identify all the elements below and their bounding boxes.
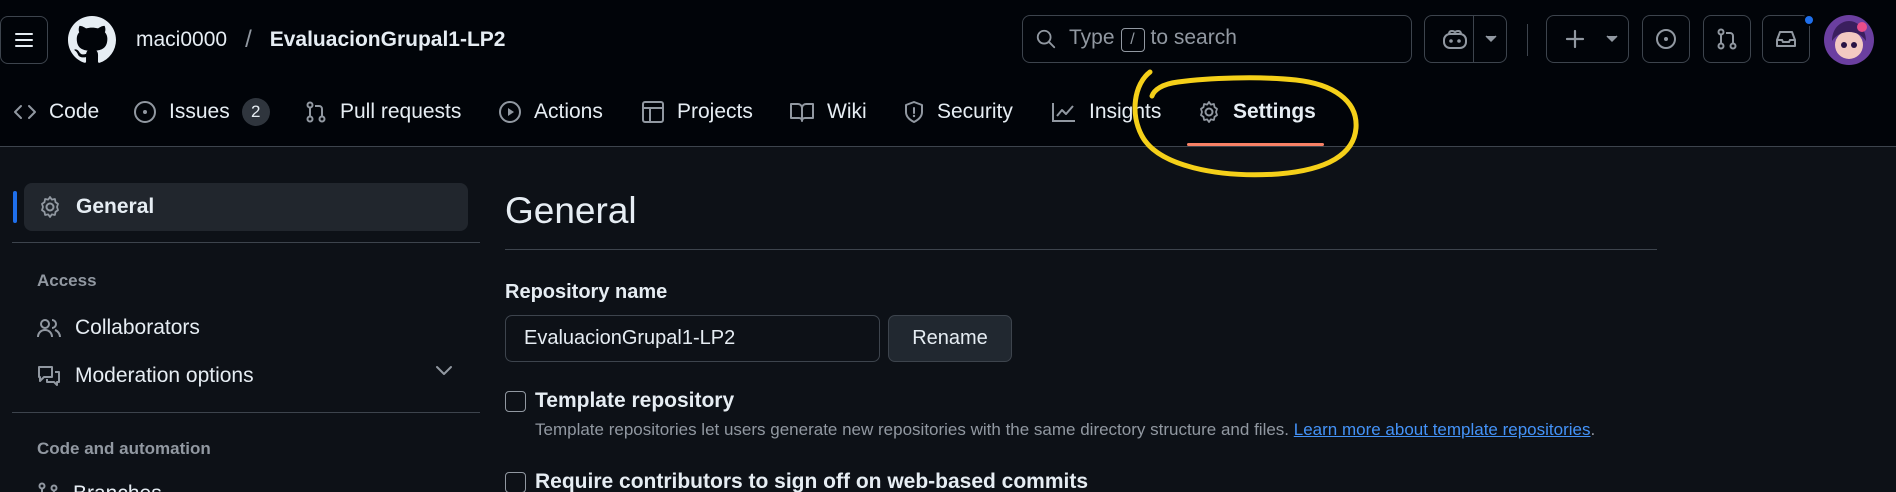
search-icon — [1036, 29, 1056, 49]
tab-label: Issues — [169, 100, 230, 123]
book-icon — [790, 103, 814, 122]
repository-name-input[interactable] — [505, 315, 880, 362]
sidebar-heading-code-and-automation: Code and automation — [37, 439, 211, 458]
breadcrumb-separator: / — [245, 26, 252, 53]
issue-icon — [1656, 29, 1676, 49]
tab-label: Security — [937, 100, 1013, 123]
title-divider — [505, 249, 1657, 250]
chevron-down-icon — [1606, 35, 1618, 43]
breadcrumb: maci0000 / EvaluacionGrupal1-LP2 — [136, 26, 505, 54]
tab-label: Code — [49, 100, 100, 123]
comment-discussion-icon — [38, 366, 60, 386]
tab-code[interactable]: Code — [13, 92, 99, 132]
template-repository-description: Template repositories let users generate… — [535, 420, 1596, 439]
tab-issues[interactable]: Issues 2 — [133, 92, 270, 132]
tab-label: Wiki — [827, 100, 867, 123]
rename-button[interactable]: Rename — [888, 315, 1012, 362]
issues-button[interactable] — [1642, 15, 1690, 63]
avatar[interactable] — [1824, 15, 1874, 65]
people-icon — [37, 319, 61, 338]
issue-icon — [134, 101, 156, 123]
page-title: General — [505, 190, 637, 231]
sidebar-item-label: General — [76, 195, 155, 218]
branch-icon — [38, 482, 58, 492]
repository-name-label: Repository name — [505, 281, 668, 303]
sidebar-item-label: Collaborators — [75, 316, 200, 339]
table-icon — [642, 101, 664, 123]
shield-icon — [905, 101, 923, 123]
pull-requests-button[interactable] — [1703, 15, 1751, 63]
copilot-button[interactable] — [1424, 15, 1507, 63]
gear-icon — [41, 196, 59, 218]
sidebar-heading-access: Access — [37, 271, 97, 290]
template-repository-checkbox[interactable] — [505, 391, 526, 412]
copilot-icon — [1442, 29, 1467, 49]
highlight-annotation — [1132, 69, 1359, 178]
tab-wiki[interactable]: Wiki — [789, 92, 867, 132]
tab-pull-requests[interactable]: Pull requests — [304, 92, 461, 132]
pull-request-icon — [306, 101, 326, 123]
owner-link[interactable]: maci0000 — [136, 28, 227, 52]
template-repository-label[interactable]: Template repository — [535, 389, 734, 413]
repo-link[interactable]: EvaluacionGrupal1-LP2 — [270, 28, 506, 52]
chevron-down-icon — [1485, 35, 1497, 43]
hamburger-icon — [15, 33, 33, 47]
signoff-label[interactable]: Require contributors to sign off on web-… — [535, 470, 1088, 492]
sidebar-item-label: Branches — [73, 482, 162, 492]
active-indicator — [13, 191, 17, 223]
sidebar-item-moderation-options[interactable]: Moderation options — [37, 358, 254, 394]
plus-icon — [1565, 29, 1584, 49]
chevron-down-icon[interactable] — [434, 365, 454, 377]
tab-label: Pull requests — [340, 100, 462, 123]
sidebar-divider — [12, 412, 480, 413]
learn-more-template-link[interactable]: Learn more about template repositories — [1294, 420, 1591, 439]
tab-label: Actions — [534, 100, 603, 123]
header-divider — [1527, 24, 1528, 56]
code-icon — [14, 105, 36, 119]
menu-button[interactable] — [0, 16, 48, 64]
slash-key: / — [1120, 28, 1145, 52]
tab-actions[interactable]: Actions — [498, 92, 603, 132]
sidebar-item-branches[interactable]: Branches — [37, 476, 162, 492]
graph-icon — [1052, 103, 1075, 122]
repo-nav-tabs: Code Issues 2 Pull requests Actions Proj… — [0, 80, 1896, 147]
tab-label: Projects — [677, 100, 753, 123]
global-header: maci0000 / EvaluacionGrupal1-LP2 Type / to… — [0, 0, 1896, 80]
tab-projects[interactable]: Projects — [641, 92, 753, 132]
search-input[interactable]: Type / to search — [1022, 15, 1412, 63]
create-new-button[interactable] — [1546, 15, 1629, 63]
pull-request-icon — [1717, 28, 1737, 50]
sidebar-item-general[interactable]: General — [24, 183, 468, 231]
tab-security[interactable]: Security — [903, 92, 1013, 132]
sidebar-divider — [12, 242, 480, 243]
play-icon — [499, 101, 521, 123]
github-logo-icon[interactable] — [68, 16, 116, 64]
inbox-icon — [1776, 31, 1796, 47]
issues-count-badge: 2 — [241, 98, 270, 126]
sidebar-item-collaborators[interactable]: Collaborators — [37, 310, 200, 346]
notification-dot — [1803, 14, 1815, 26]
signoff-checkbox[interactable] — [505, 472, 526, 492]
search-placeholder: Type / to search — [1069, 26, 1237, 52]
sidebar-item-label: Moderation options — [75, 364, 254, 387]
